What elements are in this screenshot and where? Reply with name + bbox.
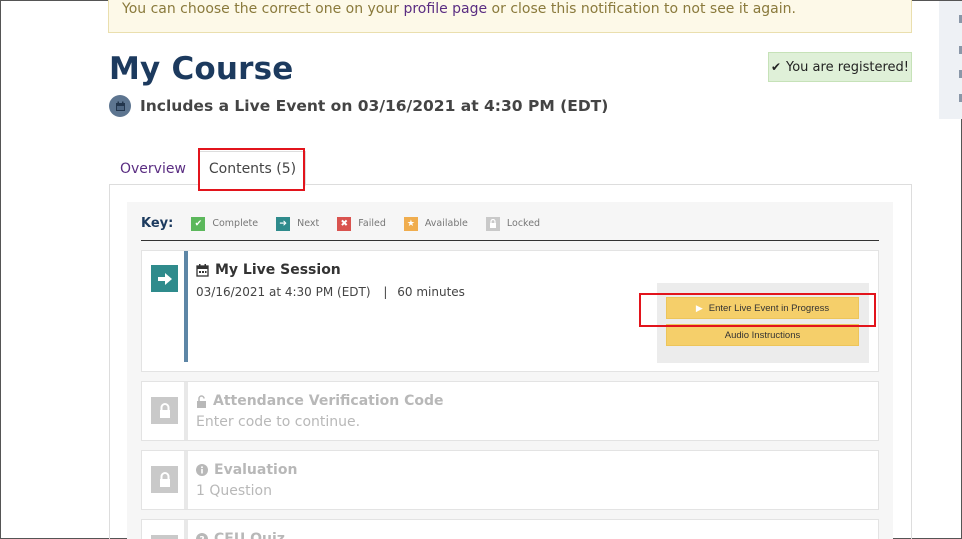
key-label: Next [297,218,320,229]
tab-overview[interactable]: Overview [120,161,186,177]
arrow-right-icon [151,265,178,292]
content-item-evaluation: Evaluation 1 Question [141,450,879,510]
evaluation-label: Evaluation [214,462,298,478]
lock-icon [151,535,178,539]
notification-text-before: You can choose the correct one on your [122,1,404,17]
item-status-bar [184,251,188,362]
star-icon: ★ [403,216,418,231]
registered-text: You are registered! [786,59,910,75]
profile-page-link[interactable]: profile page [403,1,487,17]
lock-icon [485,216,500,231]
registered-badge: ✔ You are registered! [768,52,912,82]
content-item-attendance: Attendance Verification Code Enter code … [141,381,879,441]
info-icon [196,464,208,476]
live-event-line: Includes a Live Event on 03/16/2021 at 4… [109,95,608,117]
key-label: Complete [212,218,259,229]
live-session-title[interactable]: My Live Session [196,262,341,278]
live-event-text: Includes a Live Event on 03/16/2021 at 4… [140,97,609,115]
question-icon: ? [196,533,208,539]
attendance-title: Attendance Verification Code [196,393,444,409]
attendance-subtitle: Enter code to continue. [196,414,361,430]
key-item-failed: ✖ Failed [337,216,386,231]
key-label: Failed [358,218,386,229]
ceu-quiz-title: ? CEU Quiz [196,531,285,539]
svg-text:?: ? [199,536,204,539]
ceu-quiz-label: CEU Quiz [214,531,285,539]
item-status-bar [184,520,188,539]
key-label: Available [424,218,468,229]
highlight-box-button [639,293,876,327]
key-divider [141,240,879,241]
live-session-date: 03/16/2021 at 4:30 PM (EDT) [196,285,371,299]
page-title: My Course [109,51,294,87]
notification-text-after: or close this notification to not see it… [487,1,796,17]
key-label: Locked [506,218,541,229]
lock-icon [151,466,178,493]
content-item-ceu-quiz: ? CEU Quiz [141,519,879,539]
check-icon: ✔ [770,60,782,74]
x-icon: ✖ [337,216,352,231]
calendar-icon [196,263,209,277]
key-item-complete: ✔ Complete [191,216,259,231]
key-title: Key: [141,216,174,231]
meta-separator: | [383,285,388,299]
item-status-bar [184,382,188,440]
check-icon: ✔ [191,216,206,231]
live-session-label: My Live Session [215,262,341,278]
notification-text: You can choose the correct one on your p… [122,1,796,17]
status-key: Key: ✔ Complete ➔ Next ✖ Failed ★ Availa… [141,216,558,231]
lock-icon [151,397,178,424]
audio-instructions-button[interactable]: Audio Instructions [666,324,859,346]
evaluation-subtitle: 1 Question [196,483,272,499]
key-item-next: ➔ Next [276,216,320,231]
notification-bar: You can choose the correct one on your p… [108,0,912,33]
calendar-icon [109,95,131,117]
unlock-icon [196,394,207,408]
highlight-box-tab [198,148,305,191]
evaluation-title: Evaluation [196,462,297,478]
item-status-bar [184,451,188,509]
key-item-locked: Locked [485,216,541,231]
side-panel [939,1,962,119]
key-item-available: ★ Available [403,216,468,231]
arrow-right-icon: ➔ [276,216,291,231]
live-session-duration: 60 minutes [397,285,465,299]
attendance-label: Attendance Verification Code [213,393,444,409]
live-session-meta: 03/16/2021 at 4:30 PM (EDT) | 60 minutes [196,285,465,299]
